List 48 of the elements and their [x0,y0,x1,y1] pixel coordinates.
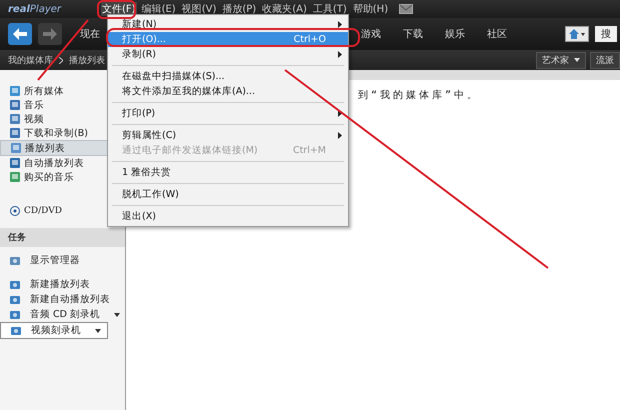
home-icon [568,28,586,40]
task-icon [10,280,20,290]
app-logo: realPlayer [8,4,62,14]
menu-item[interactable]: 视图(V) [180,2,218,16]
task-icon [10,294,20,304]
menu-item[interactable]: 编辑(E) [140,2,177,16]
content-text: 到“我的媒体库”中。 [358,88,482,102]
now-tab[interactable]: 现在 [80,27,100,41]
back-arrow-icon [13,28,27,40]
task-item[interactable]: 显示管理器 [0,253,125,268]
menu-item[interactable]: 将文件添加至我的媒体库(A)... [108,84,348,99]
nav-tab[interactable]: 社区 [487,27,507,41]
task-item[interactable]: 音频 CD 刻录机 [0,307,125,322]
search-field[interactable]: 搜 [595,26,617,42]
task-icon [10,310,20,320]
task-icon [11,326,21,336]
forward-button[interactable] [38,23,62,45]
chevron-icon [59,56,63,64]
menu-item[interactable]: 播放(P) [221,2,258,16]
nav-tab[interactable]: 游戏 [361,27,381,41]
filter-button[interactable]: 流派 [590,52,620,68]
menu-item[interactable]: 帮助(H) [352,2,390,16]
menu-item[interactable]: 新建(N) [108,17,348,32]
mail-icon[interactable] [399,4,414,14]
home-button[interactable] [565,26,589,42]
forward-arrow-icon [43,28,57,40]
task-item[interactable]: 新建播放列表 [0,277,125,292]
menu-item[interactable]: 退出(X) [108,209,348,224]
task-item[interactable]: 新建自动播放列表 [0,292,125,307]
task-item[interactable]: 视频刻录机 [0,322,108,339]
back-button[interactable] [8,23,32,45]
section-header: 任务 [0,228,125,247]
menu-item[interactable]: 打印(P) [108,106,348,121]
nav-tab[interactable]: 下载 [403,27,423,41]
menu-item[interactable]: 工具(T) [312,2,348,16]
breadcrumb-link[interactable]: 播放列表 [69,54,105,66]
menu-item[interactable]: 剪辑属性(C) [108,128,348,143]
menu-item[interactable]: 录制(R) [108,47,348,62]
menu-item[interactable]: 脱机工作(W) [108,187,348,202]
breadcrumb-link[interactable]: 我的媒体库 [8,54,53,66]
nav-tab[interactable]: 娱乐 [445,27,465,41]
menu-item[interactable]: 1 雅俗共赏 [108,165,348,180]
menu-item[interactable]: 在磁盘中扫描媒体(S)... [108,69,348,84]
annotation-line [37,19,89,81]
disc-icon [10,206,20,216]
filter-button[interactable]: 艺术家 [536,52,586,68]
menu-item[interactable]: 收藏夹(A) [261,2,308,16]
task-icon [10,256,20,266]
